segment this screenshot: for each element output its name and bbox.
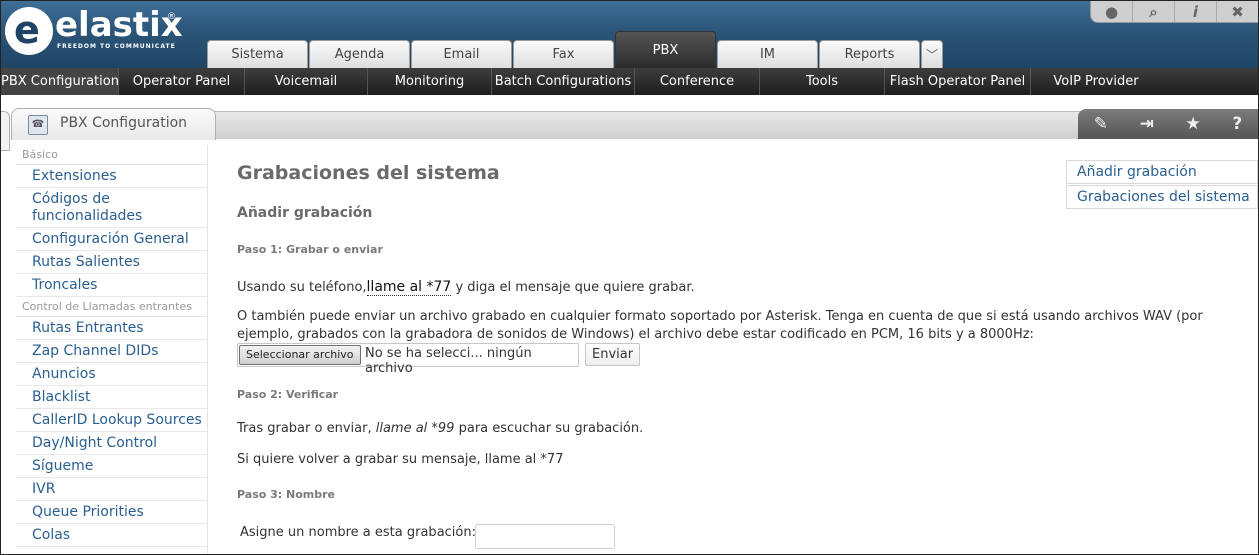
sidebar-item-configuracion-general[interactable]: Configuración General [16, 228, 207, 251]
tab-email[interactable]: Email [411, 40, 512, 68]
choose-file-button[interactable]: Seleccionar archivo [239, 345, 361, 365]
step-2-heading: Paso 2: Verificar [237, 388, 339, 401]
sidebar-item-troncales[interactable]: Troncales [16, 274, 207, 297]
edit-icon[interactable]: ✎ [1094, 114, 1108, 134]
module-bar: ☎ PBX Configuration ✎ ⇥ ★ ? [1, 95, 1258, 151]
chevron-down-icon[interactable]: ﹀ [921, 40, 943, 68]
logo-tagline: FREEDOM TO COMMUNICATE [57, 43, 176, 50]
settings-icon[interactable]: ✖ [1216, 1, 1258, 22]
sidebar-item-sigueme[interactable]: Sígueme [16, 455, 207, 478]
elastix-logo[interactable]: e elastix ® FREEDOM TO COMMUNICATE [5, 5, 215, 59]
help-icon[interactable]: ? [1232, 114, 1242, 134]
step-3-heading: Paso 3: Nombre [237, 488, 335, 501]
recording-name-input[interactable] [475, 524, 615, 549]
sidebar: Básico Extensiones Códigos de funcionali… [16, 145, 208, 554]
subnav-voicemail[interactable]: Voicemail [245, 68, 368, 95]
subnav-monitoring[interactable]: Monitoring [368, 68, 492, 95]
sidebar-item-codigos[interactable]: Códigos de funcionalidades [16, 188, 207, 228]
star-icon[interactable]: ★ [1185, 114, 1200, 134]
dial-77-link[interactable]: llame al *77 [366, 279, 452, 296]
tab-agenda[interactable]: Agenda [309, 40, 410, 68]
app-window: e elastix ® FREEDOM TO COMMUNICATE ● ⌕ i… [0, 0, 1259, 555]
collapse-icon[interactable]: ⇥ [1140, 114, 1154, 134]
step-1-text-a: Usando su teléfono, [237, 280, 367, 295]
module-title: PBX Configuration [60, 115, 188, 131]
tab-im[interactable]: IM [717, 40, 818, 68]
sidebar-item-ivr[interactable]: IVR [16, 478, 207, 501]
sidebar-item-zap-channel-dids[interactable]: Zap Channel DIDs [16, 340, 207, 363]
subnav-operator-panel[interactable]: Operator Panel [119, 68, 245, 95]
module-toolbox: ✎ ⇥ ★ ? [1078, 109, 1258, 139]
sidebar-item-blacklist[interactable]: Blacklist [16, 386, 207, 409]
subnav-tools[interactable]: Tools [760, 68, 885, 95]
logo-registered: ® [167, 12, 176, 22]
logo-wordmark: elastix [55, 5, 183, 45]
sidebar-item-rutas-entrantes[interactable]: Rutas Entrantes [16, 317, 207, 340]
phone-icon: ☎ [28, 115, 48, 135]
step-1-text: Usando su teléfono,llame al *77 y diga e… [237, 278, 1247, 297]
sidebar-item-extensiones[interactable]: Extensiones [16, 165, 207, 188]
subnav-pbx-configuration[interactable]: PBX Configuration [1, 68, 119, 95]
sidebar-item-day-night[interactable]: Day/Night Control [16, 432, 207, 455]
tab-sistema[interactable]: Sistema [207, 40, 308, 68]
info-icon[interactable]: i [1174, 1, 1216, 22]
subnav-flash-operator-panel[interactable]: Flash Operator Panel [885, 68, 1031, 95]
header: e elastix ® FREEDOM TO COMMUNICATE ● ⌕ i… [1, 1, 1258, 68]
main-tabs: Sistema Agenda Email Fax PBX IM Reports … [207, 31, 943, 68]
drop-icon[interactable]: ● [1091, 1, 1132, 22]
step-1-text-c: y diga el mensaje que quiere grabar. [451, 280, 695, 295]
step-2-text: Tras grabar o enviar, llame al *99 para … [237, 420, 1247, 438]
logo-mark: e [5, 7, 53, 55]
file-input[interactable]: Seleccionar archivo No se ha selecci... … [237, 343, 579, 376]
tab-reports[interactable]: Reports [819, 40, 920, 68]
step-1-heading: Paso 1: Grabar o enviar [237, 243, 383, 256]
upload-instructions: O también puede enviar un archivo grabad… [237, 309, 1203, 342]
logo-mark-letter: e [14, 8, 40, 52]
module-tab[interactable]: ☎ PBX Configuration [11, 108, 216, 140]
tab-fax[interactable]: Fax [513, 40, 614, 68]
sidebar-item-rutas-salientes[interactable]: Rutas Salientes [16, 251, 207, 274]
step-2-text-c: para escuchar su grabación. [454, 421, 644, 436]
sidebar-item-callerid-lookup[interactable]: CallerID Lookup Sources [16, 409, 207, 432]
section-title: Añadir grabación [237, 205, 373, 221]
step-2-text-a: Tras grabar o enviar, [237, 421, 376, 436]
sidebar-group-heading: Básico [16, 145, 207, 165]
rerecord-text: Si quiere volver a grabar su mensaje, ll… [237, 452, 564, 467]
sidebar-item-colas[interactable]: Colas [16, 524, 207, 547]
sidebar-toggle-handle[interactable] [1, 111, 10, 151]
tab-pbx[interactable]: PBX [615, 31, 716, 68]
send-button[interactable]: Enviar [585, 343, 641, 366]
subnav-conference[interactable]: Conference [635, 68, 760, 95]
subnav-batch-configurations[interactable]: Batch Configurations [492, 68, 635, 95]
recording-name-label: Asigne un nombre a esta grabación: [240, 525, 476, 540]
dial-99-text: llame al *99 [375, 421, 455, 436]
file-status: No se ha selecci... ningún archivo [365, 346, 532, 376]
sub-navigation: PBX Configuration Operator Panel Voicema… [1, 68, 1258, 95]
sidebar-item-anuncios[interactable]: Anuncios [16, 363, 207, 386]
subnav-voip-provider[interactable]: VoIP Provider [1031, 68, 1161, 95]
page-title: Grabaciones del sistema [237, 162, 500, 184]
sidebar-group-heading: Control de Llamadas entrantes [16, 297, 207, 317]
main-content: Grabaciones del sistema Añadir grabación… [237, 145, 1257, 554]
search-icon[interactable]: ⌕ [1132, 1, 1174, 22]
top-icon-bar: ● ⌕ i ✖ [1090, 1, 1258, 23]
sidebar-item-queue-priorities[interactable]: Queue Priorities [16, 501, 207, 524]
